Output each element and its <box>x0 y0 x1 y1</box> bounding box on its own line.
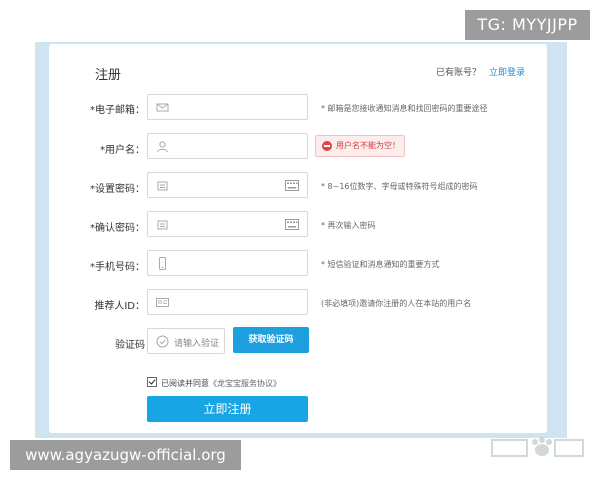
login-prompt: 已有账号？ 立即登录 <box>436 65 525 78</box>
username-error-text: 用户名不能为空！ <box>336 141 400 150</box>
username-error: 用户名不能为空！ <box>315 135 405 157</box>
phone-hint: * 短信验证和消息通知的重要方式 <box>321 260 440 269</box>
lock-icon <box>157 220 168 230</box>
username-label: *用户名： <box>100 145 145 156</box>
confirm-password-field[interactable] <box>147 211 308 237</box>
check-circle-icon <box>156 335 169 348</box>
agree-checkbox[interactable] <box>147 377 157 387</box>
password-field[interactable] <box>147 172 308 198</box>
keyboard-icon[interactable] <box>285 180 299 191</box>
agreement: 已阅读并同意《龙宝宝服务协议》 <box>147 377 281 389</box>
watermark-top: TG: MYYJJPP <box>465 10 590 40</box>
lock-icon <box>157 181 168 191</box>
password-label: *设置密码： <box>90 184 145 195</box>
phone-label: *手机号码： <box>90 262 145 273</box>
captcha-label: 验证码 <box>115 340 145 351</box>
phone-field[interactable] <box>147 250 308 276</box>
login-link[interactable]: 立即登录 <box>489 68 525 78</box>
register-form: 注册 已有账号？ 立即登录 *电子邮箱： * 邮箱是您接收通知消息和找回密码的重要… <box>49 44 584 457</box>
error-icon <box>322 141 332 151</box>
phone-icon <box>159 257 166 270</box>
keyboard-icon[interactable] <box>285 219 299 230</box>
get-captcha-button[interactable]: 获取验证码 <box>233 327 309 353</box>
captcha-input[interactable]: 请输入验证 <box>147 328 225 354</box>
user-icon <box>157 141 168 153</box>
email-field[interactable] <box>147 94 308 120</box>
confirm-password-hint: * 再次输入密码 <box>321 221 376 230</box>
form-title: 注册 <box>95 68 122 83</box>
protocol-link[interactable]: 《龙宝宝服务协议》 <box>209 379 281 388</box>
agree-text: 已阅读并同意 <box>161 379 209 388</box>
watermark-bottom: www.agyazugw-official.org <box>10 440 241 470</box>
referrer-hint: (非必填项)邀请你注册的人在本站的用户名 <box>321 299 472 308</box>
username-field[interactable] <box>147 133 308 159</box>
email-hint: * 邮箱是您接收通知消息和找回密码的重要途径 <box>321 104 488 113</box>
baidu-watermark-logo <box>491 437 584 457</box>
referrer-field[interactable] <box>147 289 308 315</box>
confirm-password-label: *确认密码： <box>90 223 145 234</box>
password-hint: * 8~16位数字、字母或特殊符号组成的密码 <box>321 182 478 191</box>
mail-icon <box>156 103 169 112</box>
has-account-text: 已有账号？ <box>435 68 481 78</box>
referrer-label: 推荐人ID： <box>94 301 145 312</box>
id-card-icon <box>156 298 169 307</box>
register-button[interactable]: 立即注册 <box>147 396 308 422</box>
email-label: *电子邮箱： <box>90 105 145 116</box>
captcha-placeholder: 请输入验证 <box>174 339 220 349</box>
